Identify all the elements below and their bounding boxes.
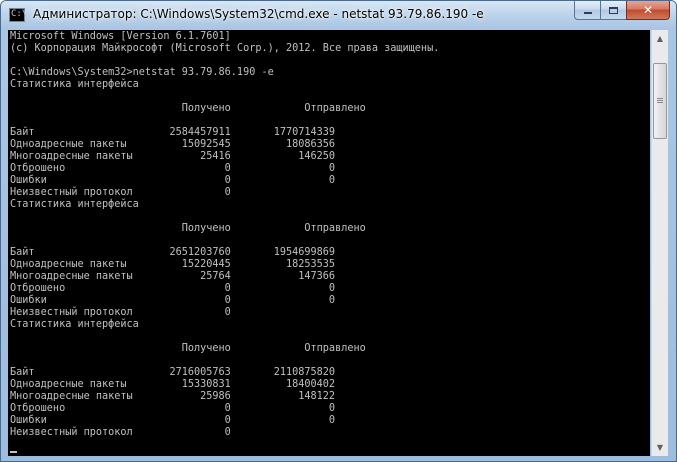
close-button[interactable]: ✕	[626, 1, 670, 20]
arrow-down-icon: ▼	[656, 443, 664, 452]
maximize-icon	[609, 6, 618, 14]
scrollbar-thumb[interactable]	[653, 63, 667, 139]
grip-line	[657, 102, 663, 103]
minimize-button[interactable]	[574, 1, 600, 20]
window-title: Администратор: C:\Windows\System32\cmd.e…	[33, 7, 484, 21]
scroll-up-button[interactable]: ▲	[652, 30, 668, 47]
title-bar[interactable]: C:\ Администратор: C:\Windows\System32\c…	[1, 1, 676, 29]
grip-line	[657, 98, 663, 99]
close-icon: ✕	[642, 3, 654, 17]
scroll-down-button[interactable]: ▼	[652, 439, 668, 456]
minimize-icon	[583, 12, 592, 14]
cmd-icon-glyph: C:\	[11, 9, 28, 19]
maximize-button[interactable]	[600, 1, 626, 20]
text-cursor	[10, 451, 17, 453]
grip-line	[657, 100, 663, 101]
caption-buttons: ✕	[574, 1, 670, 21]
console-text: Microsoft Windows [Version 6.1.7601] (c)…	[10, 31, 440, 438]
cmd-icon[interactable]: C:\	[9, 8, 28, 22]
vertical-scrollbar[interactable]: ▲ ▼	[651, 30, 668, 456]
cmd-window: C:\ Администратор: C:\Windows\System32\c…	[0, 0, 677, 462]
console-output[interactable]: Microsoft Windows [Version 6.1.7601] (c)…	[8, 30, 650, 456]
arrow-up-icon: ▲	[656, 34, 664, 43]
